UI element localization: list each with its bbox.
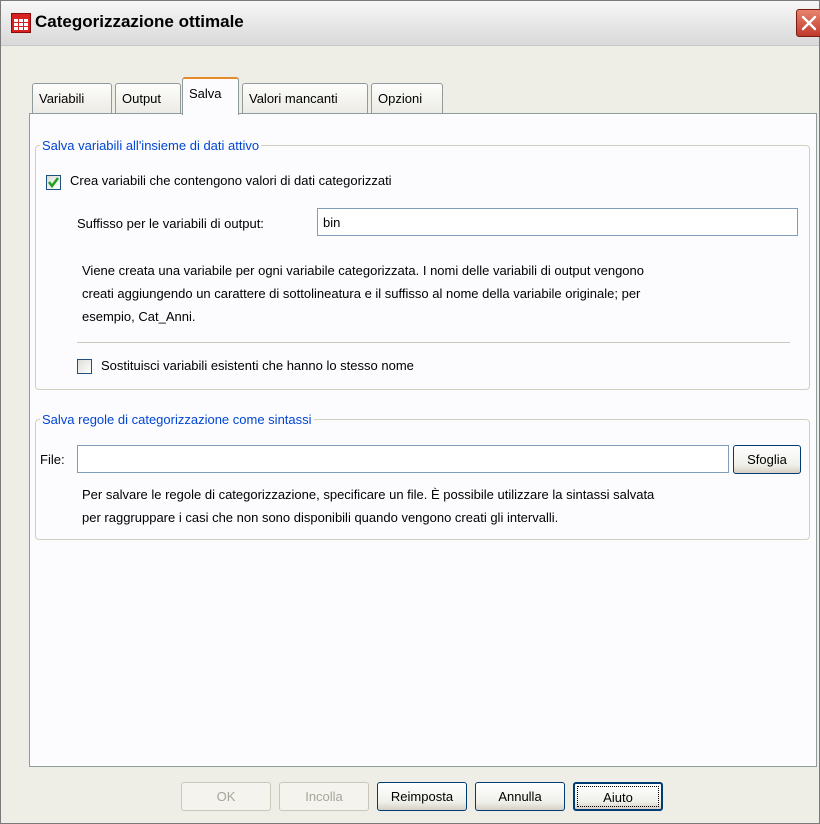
tab-salva[interactable]: Salva [182, 77, 239, 115]
tab-panel-salva: Salva variabili all'insieme di dati atti… [29, 113, 817, 767]
file-path-input[interactable] [77, 445, 729, 473]
replace-variables-label: Sostituisci variabili esistenti che hann… [101, 358, 414, 373]
close-icon [801, 15, 817, 31]
ok-button[interactable]: OK [181, 782, 271, 811]
save-rules-description-line-2: per raggruppare i casi che non sono disp… [82, 510, 559, 525]
save-variables-description-line-1: Viene creata una variabile per ogni vari… [82, 263, 644, 278]
dialog-window: Categorizzazione ottimale Variabili Outp… [0, 0, 820, 824]
paste-button[interactable]: Incolla [279, 782, 369, 811]
close-button[interactable] [796, 9, 820, 37]
replace-variables-checkbox[interactable] [77, 359, 92, 374]
suffix-input[interactable]: bin [317, 208, 798, 236]
create-variables-label: Crea variabili che contengono valori di … [70, 173, 392, 188]
save-rules-legend: Salva regole di categorizzazione come si… [42, 412, 312, 427]
app-grid-icon [11, 13, 31, 33]
title-bar[interactable]: Categorizzazione ottimale [1, 1, 820, 46]
save-rules-description-line-1: Per salvare le regole di categorizzazion… [82, 487, 655, 502]
save-variables-legend: Salva variabili all'insieme di dati atti… [42, 138, 260, 153]
window-title: Categorizzazione ottimale [35, 12, 244, 31]
suffix-label: Suffisso per le variabili di output: [77, 216, 264, 231]
group-separator [77, 342, 790, 343]
save-variables-description-line-3: esempio, Cat_Anni. [82, 309, 196, 324]
save-variables-description-line-2: creati aggiungendo un carattere di sotto… [82, 286, 641, 301]
browse-button[interactable]: Sfoglia [733, 445, 801, 474]
checkmark-icon [48, 177, 59, 189]
create-variables-checkbox[interactable] [46, 175, 61, 190]
reset-button[interactable]: Reimposta [377, 782, 467, 811]
help-button[interactable]: Aiuto [573, 782, 663, 811]
tab-variabili[interactable]: Variabili [32, 83, 112, 113]
cancel-button[interactable]: Annulla [475, 782, 565, 811]
tab-output[interactable]: Output [115, 83, 181, 113]
tab-valori-mancanti[interactable]: Valori mancanti [242, 83, 368, 113]
tab-opzioni[interactable]: Opzioni [371, 83, 443, 113]
file-label: File: [40, 452, 65, 467]
